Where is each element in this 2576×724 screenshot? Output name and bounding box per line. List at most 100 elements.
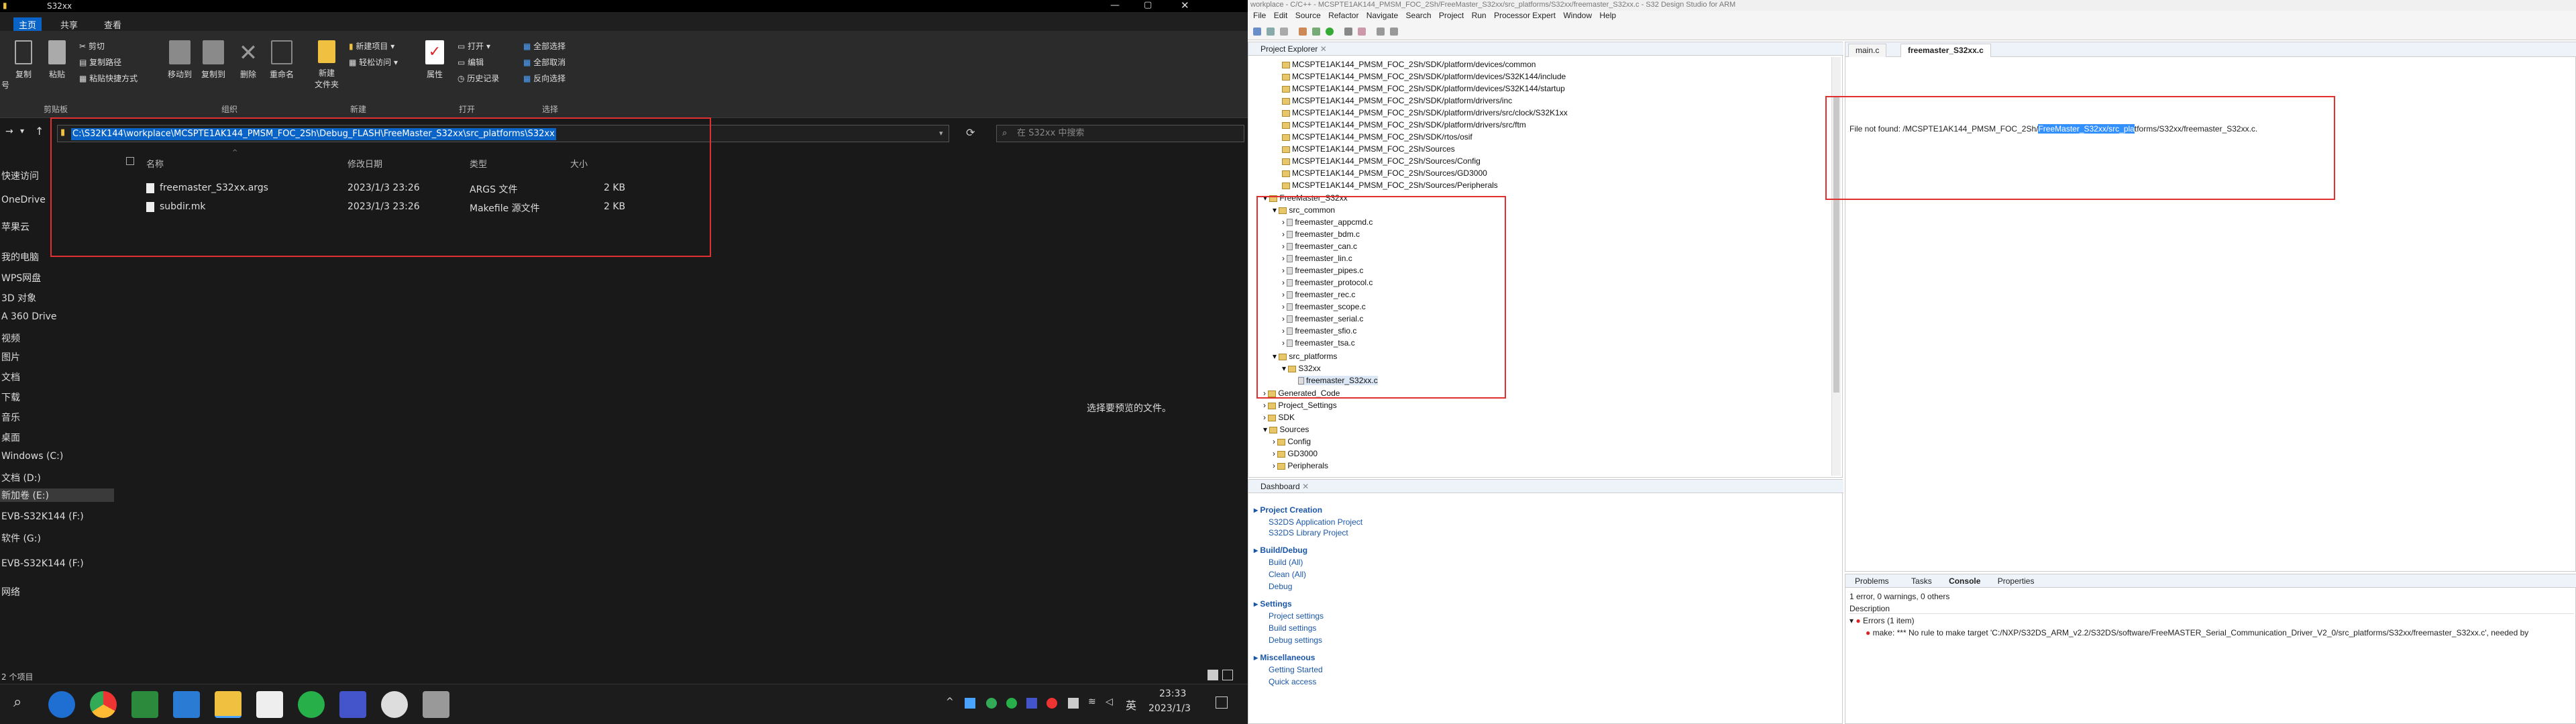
new-icon[interactable] [1253, 28, 1261, 36]
wifi-icon[interactable]: ≋ [1088, 696, 1096, 707]
link-getting-started[interactable]: Getting Started [1269, 665, 1323, 674]
tray-icon[interactable] [986, 698, 997, 709]
tree-item[interactable]: › Project_Settings [1263, 401, 1337, 410]
tab-share[interactable]: 共享 [60, 18, 78, 31]
tree-item[interactable]: MCSPTE1AK144_PMSM_FOC_2Sh/SDK/platform/d… [1282, 72, 1566, 81]
nav-item[interactable]: 桌面 [1, 431, 20, 444]
search-icon[interactable]: ⌕ [13, 694, 21, 711]
cut-button[interactable]: ✂ 剪切 [79, 40, 105, 52]
select-none-button[interactable]: ▦ 全部取消 [523, 56, 566, 68]
tree-item[interactable]: › GD3000 [1273, 449, 1318, 458]
tree-item[interactable]: ▾ Sources [1263, 425, 1309, 434]
link-lib-project[interactable]: S32DS Library Project [1269, 528, 1348, 537]
back-nav-icon[interactable] [1377, 28, 1385, 36]
nav-item[interactable]: 下载 [1, 391, 20, 404]
section-build-debug[interactable]: ▸ Build/Debug [1254, 546, 1307, 555]
tree-item[interactable]: MCSPTE1AK144_PMSM_FOC_2Sh/SDK/platform/d… [1282, 60, 1536, 69]
recent-chevron-icon[interactable]: ▾ [20, 126, 24, 136]
nav-item[interactable]: OneDrive [1, 195, 46, 205]
menu-source[interactable]: Source [1295, 11, 1321, 20]
wps-icon[interactable] [256, 691, 283, 718]
nav-item[interactable]: 图片 [1, 350, 20, 364]
back-icon[interactable]: → [5, 126, 13, 137]
tab-tasks[interactable]: Tasks [1911, 576, 1932, 586]
print-icon[interactable] [1280, 28, 1288, 36]
tree-item[interactable]: › SDK [1263, 413, 1295, 422]
menu-file[interactable]: File [1253, 11, 1266, 20]
tree-item[interactable]: MCSPTE1AK144_PMSM_FOC_2Sh/Sources/Config [1282, 156, 1481, 166]
new-item-button[interactable]: ▮ 新建项目 ▾ [349, 40, 394, 52]
nav-item[interactable]: 3D 对象 [1, 291, 36, 305]
menu-run[interactable]: Run [1472, 11, 1487, 20]
nav-item[interactable]: 文档 (D:) [1, 471, 41, 484]
history-button[interactable]: ◷ 历史记录 [458, 72, 499, 84]
search-box[interactable]: ⌕ 在 S32xx 中搜索 [996, 125, 1244, 142]
menu-refactor[interactable]: Refactor [1328, 11, 1358, 20]
open-button[interactable]: ▭ 打开 ▾ [458, 40, 490, 52]
save-icon[interactable] [1267, 28, 1275, 36]
move-to-button[interactable]: 移动到 [164, 40, 196, 80]
settings-gear-icon[interactable] [381, 691, 408, 718]
tree-item[interactable]: MCSPTE1AK144_PMSM_FOC_2Sh/Sources [1282, 144, 1455, 154]
nav-item[interactable]: 我的电脑 [1, 250, 39, 264]
edit-button[interactable]: ▭ 编辑 [458, 56, 484, 68]
chrome-icon[interactable] [90, 691, 117, 718]
debug-icon[interactable] [1312, 28, 1320, 36]
link-build-settings[interactable]: Build settings [1269, 623, 1316, 633]
tree-item[interactable]: MCSPTE1AK144_PMSM_FOC_2Sh/SDK/rtos/osif [1282, 132, 1472, 142]
clock-date[interactable]: 2023/1/3 [1148, 703, 1191, 714]
nav-item[interactable]: 音乐 [1, 411, 20, 424]
tab-problems[interactable]: Problems [1855, 576, 1889, 586]
tool-icon[interactable] [1358, 28, 1366, 36]
section-project-creation[interactable]: ▸ Project Creation [1254, 505, 1322, 515]
delete-button[interactable]: ✕ 删除 [235, 40, 262, 80]
error-row[interactable]: ● make: *** No rule to make target 'C:/N… [1866, 628, 2528, 637]
invert-selection-button[interactable]: ▦ 反向选择 [523, 72, 566, 84]
properties-button[interactable]: ✓ 属性 [421, 40, 448, 80]
link-clean[interactable]: Clean (All) [1269, 570, 1306, 579]
nav-item[interactable]: A 360 Drive [1, 311, 57, 322]
link-quick-access[interactable]: Quick access [1269, 677, 1316, 686]
copy-button[interactable]: 复制 [12, 40, 35, 80]
tab-main-c[interactable]: main.c [1848, 44, 1887, 57]
easy-access-button[interactable]: ▦ 轻松访问 ▾ [349, 56, 398, 68]
spreadsheet-icon[interactable] [131, 691, 158, 718]
description-header[interactable]: Description [1849, 604, 2574, 614]
vscode-icon[interactable] [173, 691, 200, 718]
link-project-settings[interactable]: Project settings [1269, 611, 1324, 621]
tab-home[interactable]: 主页 [13, 17, 42, 32]
rename-button[interactable]: 重命名 [265, 40, 299, 80]
menu-window[interactable]: Window [1563, 11, 1592, 20]
paste-shortcut-button[interactable]: ▦ 粘贴快捷方式 [79, 72, 138, 84]
errors-group[interactable]: ▾ ● Errors (1 item) [1849, 616, 1915, 625]
nav-item[interactable]: WPS网盘 [1, 271, 41, 285]
nav-item[interactable]: 网络 [1, 585, 20, 599]
edge-icon[interactable] [48, 691, 75, 718]
new-folder-button[interactable]: 新建 文件夹 [310, 40, 343, 90]
minimize-icon[interactable]: — [1110, 0, 1120, 11]
section-settings[interactable]: ▸ Settings [1254, 599, 1292, 609]
ime-indicator[interactable]: 英 [1126, 696, 1136, 713]
file-explorer-icon[interactable] [215, 691, 241, 718]
nav-item-selected[interactable]: 新加卷 (E:) [0, 488, 114, 502]
tree-item[interactable]: MCSPTE1AK144_PMSM_FOC_2Sh/SDK/platform/d… [1282, 84, 1565, 93]
address-dropdown-icon[interactable]: ▾ [939, 129, 943, 138]
menu-edit[interactable]: Edit [1274, 11, 1288, 20]
menu-project[interactable]: Project [1439, 11, 1464, 20]
link-app-project[interactable]: S32DS Application Project [1269, 517, 1362, 527]
details-view-icon[interactable] [1208, 670, 1218, 680]
forward-nav-icon[interactable] [1390, 28, 1398, 36]
tree-item[interactable]: › Config [1273, 437, 1311, 446]
tab-freemaster-s32xx[interactable]: freemaster_S32xx.c [1900, 44, 1991, 57]
select-all-button[interactable]: ▦ 全部选择 [523, 40, 566, 52]
tree-item[interactable]: MCSPTE1AK144_PMSM_FOC_2Sh/Sources/Periph… [1282, 180, 1498, 190]
nav-item[interactable]: 视频 [1, 331, 20, 345]
nav-item[interactable]: 快速访问 [1, 169, 39, 183]
section-misc[interactable]: ▸ Miscellaneous [1254, 653, 1315, 662]
nav-item[interactable]: 文档 [1, 370, 20, 384]
copy-path-button[interactable]: ▤ 复制路径 [79, 56, 121, 68]
tree-item[interactable]: MCSPTE1AK144_PMSM_FOC_2Sh/SDK/platform/d… [1282, 108, 1568, 117]
link-debug[interactable]: Debug [1269, 582, 1292, 591]
link-build[interactable]: Build (All) [1269, 558, 1303, 567]
app-icon[interactable] [339, 691, 366, 718]
